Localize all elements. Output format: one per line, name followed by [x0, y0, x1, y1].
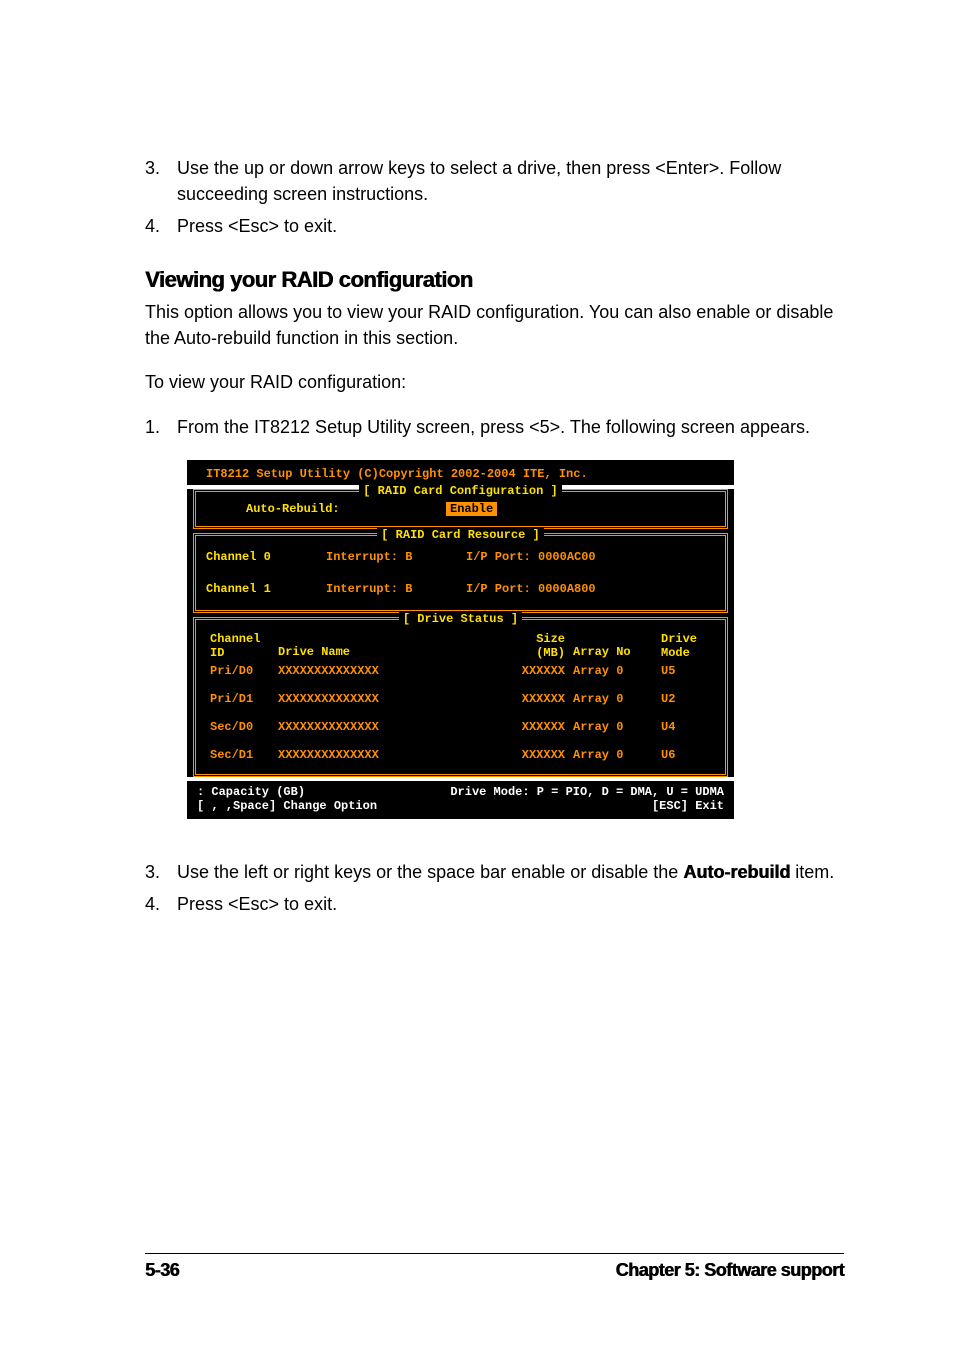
resource-row: Channel 1 Interrupt: B I/P Port: 0000A80… [206, 578, 715, 600]
table-row: Sec/D0 XXXXXXXXXXXXXX XXXXXX Array 0 U4 [206, 718, 715, 736]
auto-rebuild-label: Auto-Rebuild: [246, 502, 446, 516]
mid-steps: 1. From the IT8212 Setup Utility screen,… [145, 414, 844, 440]
step-text: Use the left or right keys or the space … [177, 859, 834, 885]
esc-exit-hint: [ESC] Exit [652, 799, 724, 813]
post-steps: 3. Use the left or right keys or the spa… [145, 859, 844, 917]
drive-mode-legend: Drive Mode: P = PIO, D = DMA, U = UDMA [450, 785, 724, 799]
box-legend: [ RAID Card Resource ] [196, 528, 725, 542]
section-heading: Viewing your RAID configuration [145, 267, 844, 293]
paragraph: To view your RAID configuration: [145, 369, 844, 395]
step-number: 3. [145, 155, 177, 207]
box-legend: [ Drive Status ] [196, 612, 725, 626]
step-number: 3. [145, 859, 177, 885]
terminal-footer: : Capacity (GB) Drive Mode: P = PIO, D =… [187, 781, 734, 819]
step-number: 1. [145, 414, 177, 440]
step-text: Use the up or down arrow keys to select … [177, 155, 844, 207]
raid-card-configuration-box: [ RAID Card Configuration ] Auto-Rebuild… [193, 489, 728, 529]
list-item: 4. Press <Esc> to exit. [145, 891, 844, 917]
list-item: 1. From the IT8212 Setup Utility screen,… [145, 414, 844, 440]
table-row: Pri/D0 XXXXXXXXXXXXXX XXXXXX Array 0 U5 [206, 662, 715, 680]
drive-status-table: ChannelID Drive Name Size(MB) Array No D… [206, 630, 715, 764]
step-text: From the IT8212 Setup Utility screen, pr… [177, 414, 810, 440]
step-number: 4. [145, 891, 177, 917]
chapter-title: Chapter 5: Software support [615, 1260, 844, 1281]
step-number: 4. [145, 213, 177, 239]
page-number: 5-36 [145, 1260, 179, 1281]
page-footer: 5-36 Chapter 5: Software support [145, 1253, 844, 1281]
step-text: Press <Esc> to exit. [177, 891, 337, 917]
step-text: Press <Esc> to exit. [177, 213, 337, 239]
terminal-panel: [ RAID Card Configuration ] Auto-Rebuild… [187, 489, 734, 777]
drive-status-box: [ Drive Status ] ChannelID Drive Name Si… [193, 617, 728, 777]
capacity-hint: : Capacity (GB) [197, 785, 305, 799]
change-option-hint: [ , ,Space] Change Option [197, 799, 377, 813]
paragraph: This option allows you to view your RAID… [145, 299, 844, 351]
list-item: 3. Use the up or down arrow keys to sele… [145, 155, 844, 207]
list-item: 3. Use the left or right keys or the spa… [145, 859, 844, 885]
raid-card-resource-box: [ RAID Card Resource ] Channel 0 Interru… [193, 533, 728, 613]
auto-rebuild-value[interactable]: Enable [446, 502, 497, 516]
resource-row: Channel 0 Interrupt: B I/P Port: 0000AC0… [206, 546, 715, 568]
table-row: Pri/D1 XXXXXXXXXXXXXX XXXXXX Array 0 U2 [206, 690, 715, 708]
pre-steps: 3. Use the up or down arrow keys to sele… [145, 155, 844, 239]
box-legend: [ RAID Card Configuration ] [196, 484, 725, 498]
terminal-screenshot: IT8212 Setup Utility (C)Copyright 2002-2… [187, 460, 734, 819]
terminal-title: IT8212 Setup Utility (C)Copyright 2002-2… [187, 460, 734, 485]
table-row: Sec/D1 XXXXXXXXXXXXXX XXXXXX Array 0 U6 [206, 746, 715, 764]
list-item: 4. Press <Esc> to exit. [145, 213, 844, 239]
